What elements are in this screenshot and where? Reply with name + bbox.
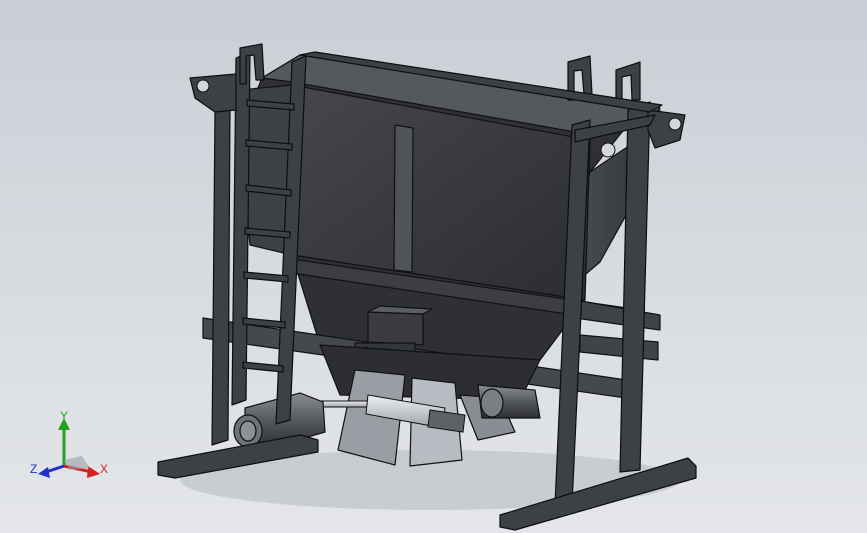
left-top-handle (239, 43, 265, 85)
hopper-stiffener (393, 124, 414, 273)
axis-triad: Y X Z (30, 410, 108, 478)
hopper-frame-model[interactable] (0, 0, 867, 533)
left-rear-post (211, 104, 231, 446)
z-axis-label: Z (30, 462, 37, 476)
rear-lower-beam (579, 334, 659, 361)
cad-viewport[interactable]: Y X Z (0, 0, 867, 533)
x-axis-label: X (100, 462, 108, 476)
control-box (367, 311, 424, 346)
rear-cross-beam (574, 299, 661, 331)
z-axis-arrow (38, 467, 50, 478)
ladder-rung (243, 271, 289, 283)
left-lifting-lug (189, 73, 237, 113)
y-axis-label: Y (60, 410, 68, 423)
right-motor (477, 384, 541, 419)
ladder-rung (242, 361, 284, 373)
